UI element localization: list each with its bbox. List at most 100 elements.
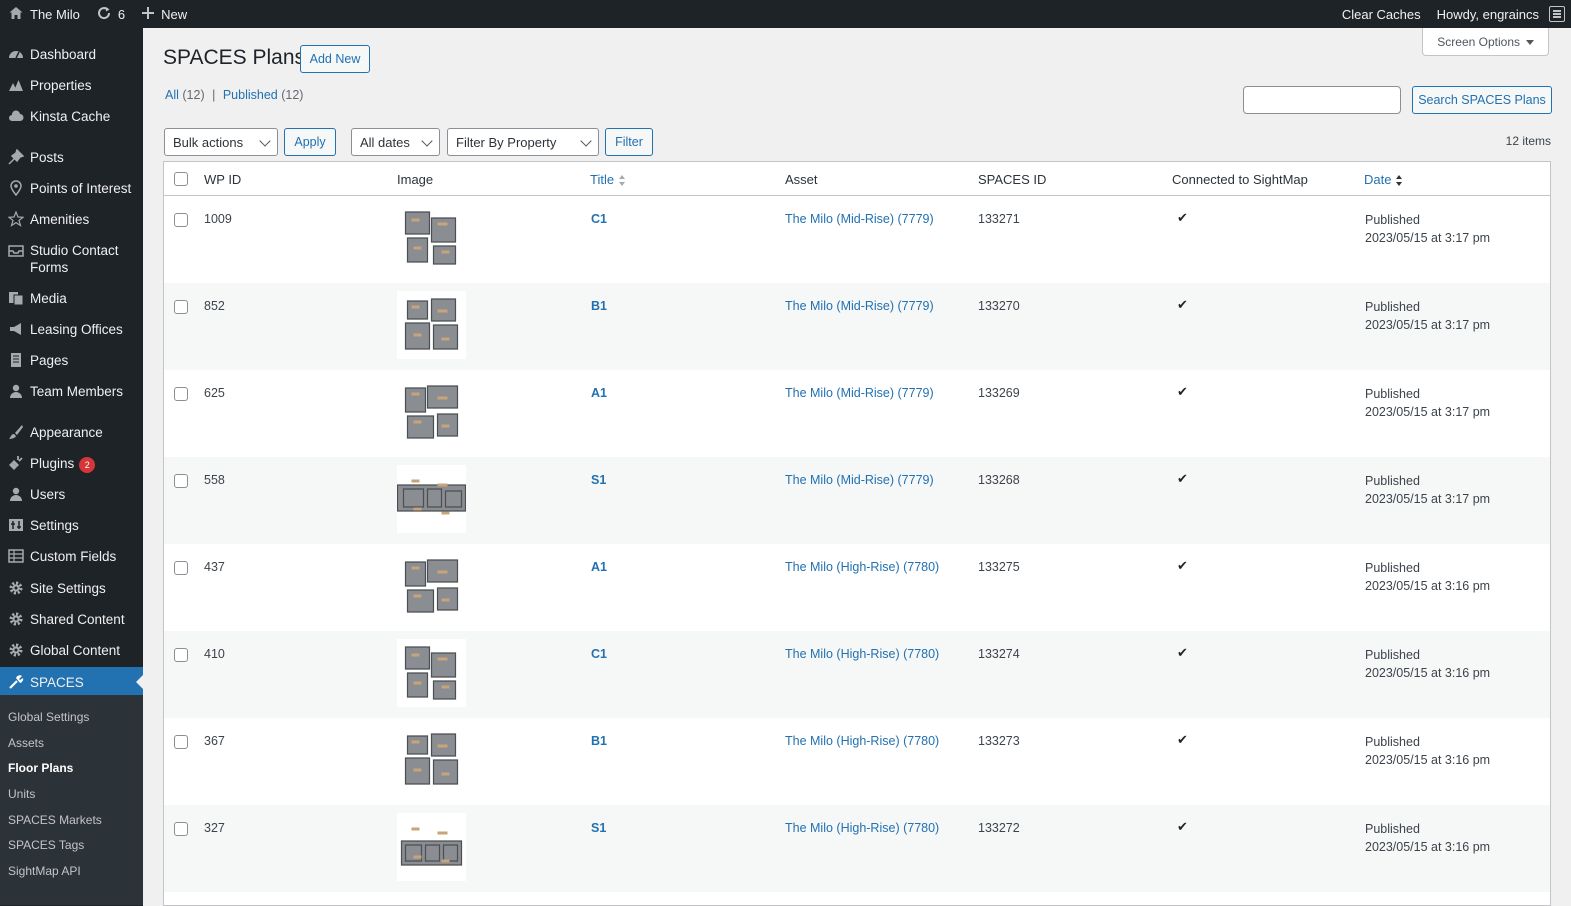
floor-plan-thumbnail[interactable] bbox=[397, 378, 466, 446]
row-asset-link[interactable]: The Milo (Mid-Rise) (7779) bbox=[785, 299, 934, 313]
screen-options-button[interactable]: Screen Options bbox=[1422, 28, 1549, 56]
menu-item-posts[interactable]: Posts bbox=[0, 149, 143, 166]
inbox-icon bbox=[8, 242, 24, 258]
bulk-actions-select[interactable]: Bulk actions bbox=[164, 128, 278, 156]
filter-all-link[interactable]: All bbox=[165, 88, 179, 102]
menu-item-studio-contact-forms[interactable]: Studio Contact Forms bbox=[0, 242, 143, 276]
menu-item-dashboard[interactable]: Dashboard bbox=[0, 46, 143, 63]
filter-published-link[interactable]: Published bbox=[223, 88, 278, 102]
row-status: Published bbox=[1365, 648, 1420, 662]
row-asset-link[interactable]: The Milo (Mid-Rise) (7779) bbox=[785, 386, 934, 400]
menu-item-global-content[interactable]: Global Content bbox=[0, 642, 143, 659]
filter-separator: | bbox=[212, 88, 216, 102]
row-asset-link[interactable]: The Milo (High-Rise) (7780) bbox=[785, 647, 939, 661]
clear-caches-link[interactable]: Clear Caches bbox=[1334, 0, 1429, 28]
submenu-floor-plans[interactable]: Floor Plans bbox=[8, 761, 73, 775]
column-date-sort[interactable]: Date bbox=[1364, 172, 1403, 187]
property-filter-select[interactable]: Filter By Property bbox=[447, 128, 599, 156]
row-title-link[interactable]: B1 bbox=[591, 734, 607, 748]
row-checkbox[interactable] bbox=[174, 822, 188, 836]
row-date-value: 2023/05/15 at 3:17 pm bbox=[1365, 318, 1491, 332]
select-all-checkbox[interactable] bbox=[174, 172, 188, 186]
floor-plan-thumbnail[interactable] bbox=[396, 465, 467, 533]
search-plans-button[interactable]: Search SPACES Plans bbox=[1412, 86, 1552, 114]
menu-item-amenities[interactable]: Amenities bbox=[0, 211, 143, 228]
row-asset-link[interactable]: The Milo (Mid-Rise) (7779) bbox=[785, 212, 934, 226]
date-filter-value: All dates bbox=[360, 134, 410, 150]
row-date-value: 2023/05/15 at 3:17 pm bbox=[1365, 492, 1491, 506]
menu-item-spaces[interactable]: SPACES bbox=[0, 667, 143, 697]
table-header: WP ID Image Title Asset SPACES ID Connec… bbox=[164, 162, 1550, 196]
menu-item-kinsta-cache[interactable]: Kinsta Cache bbox=[0, 108, 143, 125]
location-icon bbox=[8, 180, 24, 196]
submenu-sightmap-api[interactable]: SightMap API bbox=[8, 864, 81, 878]
menu-item-properties[interactable]: Properties bbox=[0, 77, 143, 94]
row-checkbox[interactable] bbox=[174, 387, 188, 401]
floor-plan-thumbnail[interactable] bbox=[397, 813, 466, 881]
submenu-assets[interactable]: Assets bbox=[8, 736, 44, 750]
menu-item-pages[interactable]: Pages bbox=[0, 352, 143, 369]
row-asset-link[interactable]: The Milo (High-Rise) (7780) bbox=[785, 821, 939, 835]
updates-link[interactable]: 6 bbox=[88, 0, 133, 28]
submenu-global-settings[interactable]: Global Settings bbox=[8, 710, 89, 724]
menu-item-plugins[interactable]: Plugins 2 bbox=[0, 455, 143, 473]
checkmark-icon: ✔ bbox=[1177, 819, 1188, 834]
row-status: Published bbox=[1365, 822, 1420, 836]
submenu-units[interactable]: Units bbox=[8, 787, 35, 801]
checkmark-icon: ✔ bbox=[1177, 471, 1188, 486]
row-asset-link[interactable]: The Milo (High-Rise) (7780) bbox=[785, 560, 939, 574]
row-asset-link[interactable]: The Milo (High-Rise) (7780) bbox=[785, 734, 939, 748]
row-checkbox[interactable] bbox=[174, 474, 188, 488]
row-spaces-id: 133271 bbox=[978, 212, 1020, 226]
column-asset: Asset bbox=[785, 172, 818, 187]
column-title-sort[interactable]: Title bbox=[590, 172, 626, 187]
account-menu[interactable]: Howdy, engraincs bbox=[1429, 0, 1571, 28]
row-checkbox[interactable] bbox=[174, 735, 188, 749]
row-title-link[interactable]: A1 bbox=[591, 560, 607, 574]
submenu-spaces-tags[interactable]: SPACES Tags bbox=[8, 838, 84, 852]
menu-item-points-of-interest[interactable]: Points of Interest bbox=[0, 180, 143, 197]
row-title-link[interactable]: C1 bbox=[591, 647, 607, 661]
row-title-link[interactable]: B1 bbox=[591, 299, 607, 313]
floor-plan-thumbnail[interactable] bbox=[397, 204, 466, 272]
row-spaces-id: 133275 bbox=[978, 560, 1020, 574]
howdy-text: Howdy, engraincs bbox=[1436, 6, 1539, 22]
site-name-link[interactable]: The Milo bbox=[0, 0, 88, 28]
apply-button[interactable]: Apply bbox=[284, 128, 336, 156]
filter-button[interactable]: Filter bbox=[605, 128, 653, 156]
date-filter-select[interactable]: All dates bbox=[351, 128, 440, 156]
new-content-link[interactable]: New bbox=[133, 0, 195, 28]
add-new-button[interactable]: Add New bbox=[300, 45, 370, 73]
menu-item-site-settings[interactable]: Site Settings bbox=[0, 580, 143, 597]
menu-item-team-members[interactable]: Team Members bbox=[0, 383, 143, 400]
bulk-actions-value: Bulk actions bbox=[173, 134, 244, 150]
menu-item-appearance[interactable]: Appearance bbox=[0, 424, 143, 441]
row-checkbox[interactable] bbox=[174, 561, 188, 575]
row-status: Published bbox=[1365, 735, 1420, 749]
floor-plan-thumbnail[interactable] bbox=[397, 639, 466, 707]
row-title-link[interactable]: A1 bbox=[591, 386, 607, 400]
search-input[interactable] bbox=[1243, 86, 1401, 114]
settings-icon bbox=[8, 517, 24, 533]
floor-plan-thumbnail[interactable] bbox=[397, 552, 466, 620]
properties-icon bbox=[8, 77, 24, 93]
row-title-link[interactable]: C1 bbox=[591, 212, 607, 226]
floor-plan-thumbnail[interactable] bbox=[397, 291, 466, 359]
menu-item-leasing-offices[interactable]: Leasing Offices bbox=[0, 321, 143, 338]
row-title-link[interactable]: S1 bbox=[591, 821, 606, 835]
floor-plan-thumbnail[interactable] bbox=[397, 726, 466, 794]
sort-icon bbox=[1396, 174, 1403, 187]
row-checkbox[interactable] bbox=[174, 213, 188, 227]
row-wp-id: 327 bbox=[204, 821, 225, 835]
menu-item-custom-fields[interactable]: Custom Fields bbox=[0, 548, 143, 565]
row-asset-link[interactable]: The Milo (Mid-Rise) (7779) bbox=[785, 473, 934, 487]
submenu-spaces-markets[interactable]: SPACES Markets bbox=[8, 813, 102, 827]
menu-item-users[interactable]: Users bbox=[0, 486, 143, 503]
menu-item-shared-content[interactable]: Shared Content bbox=[0, 611, 143, 628]
row-title-link[interactable]: S1 bbox=[591, 473, 606, 487]
row-checkbox[interactable] bbox=[174, 648, 188, 662]
menu-item-settings[interactable]: Settings bbox=[0, 517, 143, 534]
person-icon bbox=[8, 383, 24, 399]
menu-item-media[interactable]: Media bbox=[0, 290, 143, 307]
row-checkbox[interactable] bbox=[174, 300, 188, 314]
